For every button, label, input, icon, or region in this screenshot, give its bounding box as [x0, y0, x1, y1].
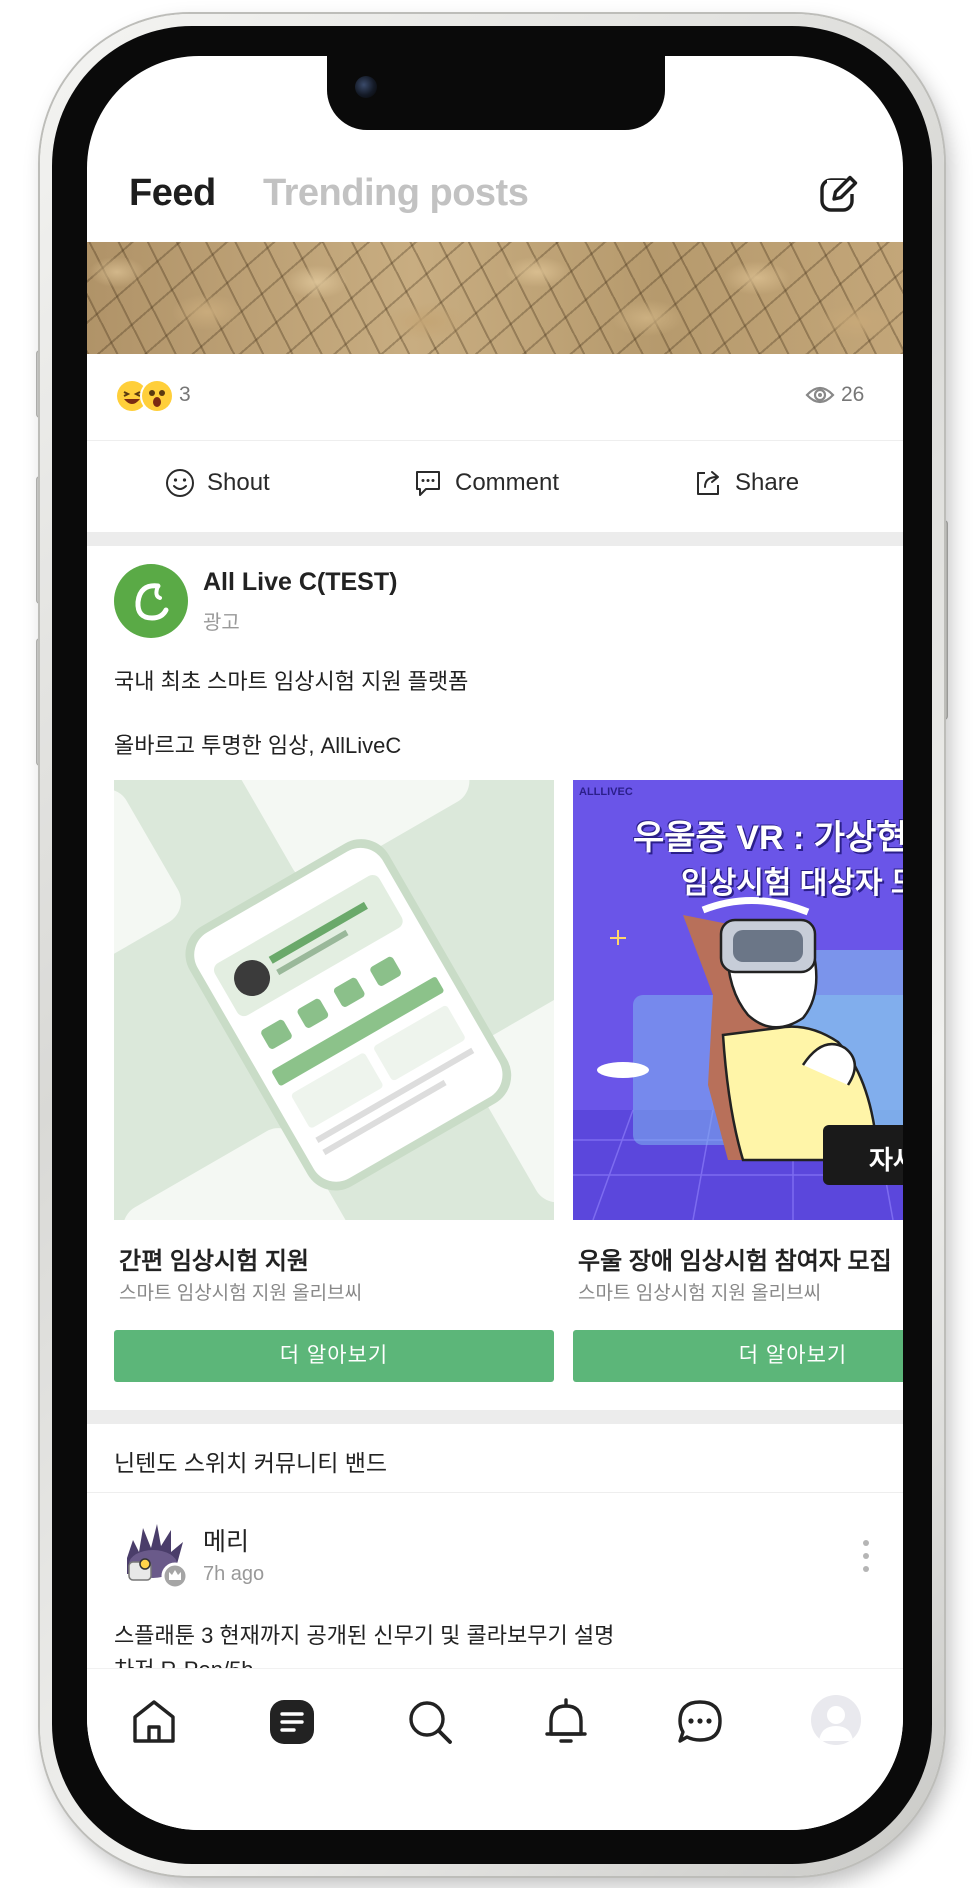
ad-label: 광고: [203, 612, 240, 634]
learn-more-button-2[interactable]: 더 알아보기: [573, 1330, 903, 1382]
profile-icon[interactable]: [811, 1695, 861, 1745]
comment-button[interactable]: Comment: [413, 468, 559, 498]
comment-icon: [416, 471, 440, 496]
feed-header: Feed Trending posts: [87, 166, 903, 236]
divider: [87, 440, 903, 441]
app-screen: Feed Trending posts 3 26 Shout Comment S…: [87, 56, 903, 1830]
shout-button[interactable]: Shout: [165, 468, 270, 498]
ad-card-image-1[interactable]: [114, 780, 554, 1220]
tab-feed[interactable]: Feed: [129, 172, 216, 215]
share-label: Share: [735, 469, 800, 496]
advertiser-name[interactable]: All Live C(TEST): [203, 568, 397, 597]
share-button[interactable]: Share: [693, 468, 799, 498]
chat-icon[interactable]: [675, 1697, 725, 1747]
advertiser-avatar[interactable]: [114, 564, 188, 638]
more-icon[interactable]: [861, 1538, 871, 1574]
eye-icon: [805, 386, 835, 404]
search-icon[interactable]: [405, 1697, 455, 1747]
ad-card-image-2[interactable]: ALLLIVEC 우울증 VR : 가상현실 기 임상시험 대상자 모집 자세: [573, 780, 903, 1220]
divider: [87, 1492, 903, 1493]
shout-label: Shout: [207, 469, 270, 496]
section-gap: [87, 532, 903, 546]
share-icon: [697, 471, 719, 495]
tab-trending-posts[interactable]: Trending posts: [263, 172, 529, 215]
learn-more-button-1[interactable]: 더 알아보기: [114, 1330, 554, 1382]
ad-card-subtitle-2: 스마트 임상시험 지원 올리브씨: [578, 1283, 822, 1304]
home-icon[interactable]: [129, 1697, 179, 1747]
ad-card-image-2-badge: 자세: [869, 1145, 903, 1175]
ad-card-image-2-heading-1: 우울증 VR : 가상현실 기: [633, 819, 903, 857]
post-actions: Shout Comment Share: [87, 442, 903, 532]
smile-icon: [166, 469, 194, 497]
ad-text-line-2: 올바르고 투명한 임상, AllLiveC: [114, 733, 402, 758]
ad-card-title-2: 우울 장애 임상시험 참여자 모집: [578, 1248, 892, 1275]
front-camera: [355, 76, 377, 98]
feed-icon[interactable]: [267, 1697, 317, 1747]
compose-icon[interactable]: [817, 172, 861, 216]
post-time: 7h ago: [203, 1563, 265, 1585]
user-avatar[interactable]: [119, 1518, 191, 1590]
author-name[interactable]: 메리: [203, 1522, 249, 1558]
reaction-count: 3: [179, 383, 191, 406]
ad-card-image-2-heading-2: 임상시험 대상자 모집: [681, 867, 903, 900]
ad-card-title-1: 간편 임상시험 지원: [119, 1248, 309, 1275]
view-count: 26: [841, 383, 865, 406]
ad-text-line-1: 국내 최초 스마트 임상시험 지원 플랫폼: [114, 669, 469, 694]
bell-icon[interactable]: [541, 1697, 591, 1747]
reaction-row: 3 26: [87, 361, 903, 439]
ad-card-image-2-brand: ALLLIVEC: [579, 786, 633, 798]
post-image[interactable]: [87, 242, 903, 354]
surprised-emoji-icon[interactable]: [142, 381, 172, 411]
comment-label: Comment: [455, 469, 560, 496]
ad-card-subtitle-1: 스마트 임상시험 지원 올리브씨: [119, 1283, 363, 1304]
bottom-navigation: [87, 1668, 903, 1830]
band-name[interactable]: 닌텐도 스위치 커뮤니티 밴드: [114, 1444, 387, 1478]
post-text-line-1: 스플래툰 3 현재까지 공개된 신무기 및 콜라보무기 설명: [114, 1623, 615, 1648]
section-gap: [87, 1410, 903, 1424]
notch: [327, 56, 665, 130]
